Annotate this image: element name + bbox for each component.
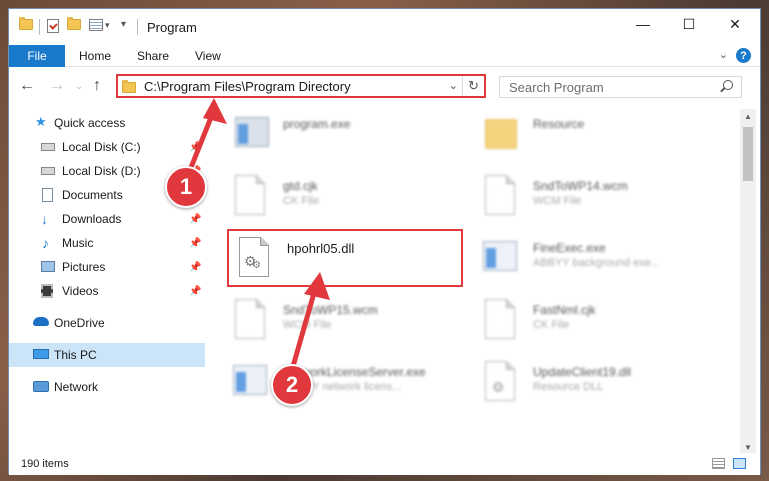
arrow-1-head (203, 98, 227, 124)
step-1-badge: 1 (165, 166, 207, 208)
arrow-2-line (289, 285, 319, 371)
step-2-badge: 2 (271, 364, 313, 406)
annotation-arrows (187, 98, 330, 371)
arrow-2-head (304, 272, 330, 300)
